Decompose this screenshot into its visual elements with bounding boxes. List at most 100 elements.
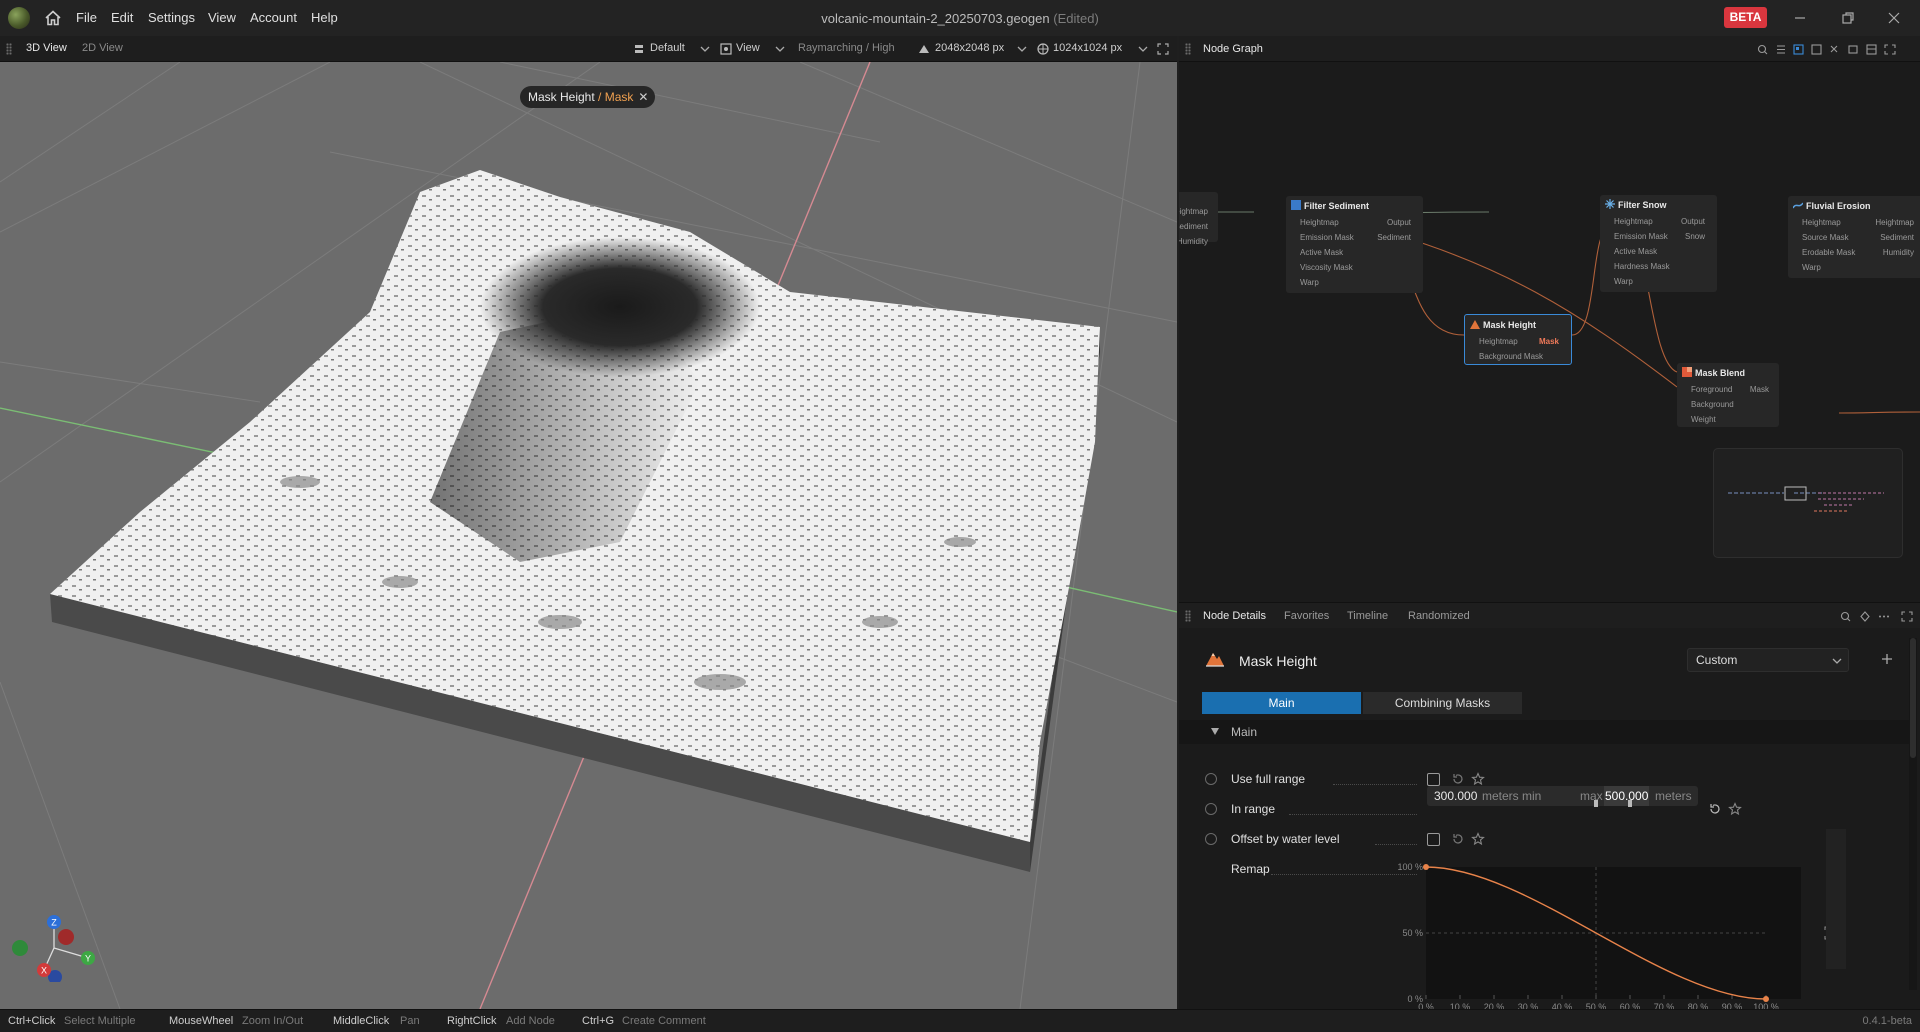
tab-node-details[interactable]: Node Details: [1203, 610, 1266, 622]
node-port-out[interactable]: Output: [1387, 218, 1411, 227]
node-graph-minimap[interactable]: [1713, 448, 1903, 558]
tab-favorites[interactable]: Favorites: [1284, 610, 1329, 622]
node-port-in[interactable]: Warp: [1614, 277, 1633, 286]
node-port-in[interactable]: Heightmap: [1614, 217, 1653, 226]
node-mask-blend[interactable]: Mask Blend Foreground Background Weight …: [1677, 363, 1779, 427]
tab-timeline[interactable]: Timeline: [1347, 610, 1388, 622]
node-port-out[interactable]: Humidity: [1179, 237, 1208, 246]
node-port-in[interactable]: Warp: [1802, 263, 1821, 272]
node-port-out[interactable]: Mask: [1539, 337, 1559, 346]
menu-edit[interactable]: Edit: [111, 10, 133, 25]
reset-icon[interactable]: [1451, 832, 1465, 846]
frame-icon[interactable]: [1866, 44, 1877, 55]
tab-3d-view[interactable]: 3D View: [26, 42, 67, 54]
curve-control-point[interactable]: [1423, 864, 1429, 870]
menu-help[interactable]: Help: [311, 10, 338, 25]
subtab-main[interactable]: Main: [1202, 692, 1361, 714]
menu-account[interactable]: Account: [250, 10, 297, 25]
search-icon[interactable]: [1840, 611, 1851, 622]
curve-control-point[interactable]: [1763, 996, 1769, 1002]
menu-file[interactable]: File: [76, 10, 97, 25]
reset-icon[interactable]: [1708, 802, 1722, 816]
maximize-icon[interactable]: [1157, 43, 1169, 55]
node-port-in[interactable]: Background Mask: [1479, 352, 1543, 361]
close-icon[interactable]: ✕: [638, 86, 648, 108]
chevron-down-icon[interactable]: [1138, 45, 1148, 53]
node-port-in[interactable]: Emission Mask: [1300, 233, 1354, 242]
node-port-out[interactable]: Sediment: [1179, 222, 1208, 231]
maximize-icon[interactable]: [1884, 44, 1896, 55]
preset-select[interactable]: Custom: [1687, 648, 1849, 672]
use-full-range-checkbox[interactable]: [1427, 773, 1440, 786]
star-icon[interactable]: [1728, 802, 1742, 816]
menu-settings[interactable]: Settings: [148, 10, 195, 25]
node-port-in[interactable]: Source Mask: [1802, 233, 1849, 242]
in-range-slider[interactable]: 300.000 meters min max 500.000 meters: [1427, 786, 1698, 808]
more-icon[interactable]: [1879, 615, 1889, 618]
subtab-combining-masks[interactable]: Combining Masks: [1363, 692, 1522, 714]
node-upstream[interactable]: Heightmap Sediment Humidity: [1179, 192, 1218, 246]
layout-icon[interactable]: [1793, 44, 1804, 55]
chevron-down-icon[interactable]: [1017, 45, 1027, 53]
node-port-out[interactable]: Heightmap: [1179, 207, 1208, 216]
node-filter-snow[interactable]: Filter Snow Heightmap Emission Mask Acti…: [1600, 195, 1717, 292]
star-icon[interactable]: [1471, 832, 1485, 846]
range-handles[interactable]: [1594, 800, 1636, 808]
node-port-out[interactable]: Output: [1681, 217, 1705, 226]
star-icon[interactable]: [1471, 772, 1485, 786]
node-port-in[interactable]: Weight: [1691, 415, 1716, 424]
menu-view[interactable]: View: [208, 10, 236, 25]
render-mode-label[interactable]: Raymarching / High: [798, 42, 895, 54]
node-port-out[interactable]: Sediment: [1880, 233, 1914, 242]
remap-curve-editor[interactable]: 100 %50 %0 %0 % 10 % 20 % 30 % 40 % 50 % 60 % 7…: [1381, 862, 1801, 1014]
restore-icon[interactable]: [1838, 8, 1858, 28]
offset-water-checkbox[interactable]: [1427, 833, 1440, 846]
node-port-in[interactable]: Active Mask: [1614, 247, 1657, 256]
node-port-in[interactable]: Foreground: [1691, 385, 1732, 394]
add-icon[interactable]: [1881, 653, 1893, 665]
resolution-select[interactable]: 2048x2048 px: [935, 42, 1004, 54]
node-port-out[interactable]: Mask: [1750, 385, 1769, 394]
diamond-icon[interactable]: [1860, 611, 1870, 622]
maximize-icon[interactable]: [1901, 611, 1913, 622]
chevron-down-icon[interactable]: [775, 45, 785, 53]
node-filter-sediment[interactable]: Filter Sediment Heightmap Emission Mask …: [1286, 196, 1423, 293]
node-port-in[interactable]: Hardness Mask: [1614, 262, 1670, 271]
axis-gizmo[interactable]: Z Y X: [8, 912, 98, 982]
node-port-out[interactable]: Heightmap: [1875, 218, 1914, 227]
node-mask-height[interactable]: Mask Height Heightmap Background Mask Ma…: [1464, 314, 1572, 365]
search-icon[interactable]: [1757, 44, 1768, 55]
panel-grip-icon[interactable]: [6, 43, 12, 55]
tab-2d-view[interactable]: 2D View: [82, 42, 123, 54]
close-window-icon[interactable]: [1884, 8, 1904, 28]
node-port-in[interactable]: Warp: [1300, 278, 1319, 287]
fit-view-icon[interactable]: [1848, 45, 1858, 54]
section-header-main[interactable]: Main: [1179, 720, 1909, 744]
node-port-in[interactable]: Emission Mask: [1614, 232, 1668, 241]
node-port-in[interactable]: Heightmap: [1479, 337, 1518, 346]
compact-icon[interactable]: [1830, 45, 1838, 53]
node-port-out[interactable]: Sediment: [1377, 233, 1411, 242]
tab-randomized[interactable]: Randomized: [1408, 610, 1470, 622]
3d-viewport[interactable]: Mask Height / Mask ✕ Z Y X: [0, 62, 1177, 1009]
node-port-in[interactable]: Erodable Mask: [1802, 248, 1855, 257]
node-port-in[interactable]: Active Mask: [1300, 248, 1343, 257]
minimize-icon[interactable]: [1790, 8, 1810, 28]
range-min-value[interactable]: 300.000: [1434, 786, 1477, 806]
expose-toggle[interactable]: [1205, 803, 1217, 815]
node-port-in[interactable]: Heightmap: [1802, 218, 1841, 227]
expose-toggle[interactable]: [1205, 773, 1217, 785]
node-port-in[interactable]: Heightmap: [1300, 218, 1339, 227]
node-port-in[interactable]: Viscosity Mask: [1300, 263, 1353, 272]
node-graph-canvas[interactable]: Heightmap Sediment Humidity Filter Sedim…: [1179, 62, 1920, 600]
scrollbar-track[interactable]: [1909, 638, 1917, 990]
scrollbar-thumb[interactable]: [1910, 638, 1916, 758]
node-fluvial-erosion[interactable]: Fluvial Erosion Heightmap Source Mask Er…: [1788, 196, 1920, 278]
node-port-out[interactable]: Humidity: [1883, 248, 1914, 257]
reset-icon[interactable]: [1451, 772, 1465, 786]
camera-view-select[interactable]: View: [736, 42, 760, 54]
chevron-down-icon[interactable]: [700, 45, 710, 53]
list-icon[interactable]: [1777, 45, 1785, 54]
panel-grip-icon[interactable]: [1185, 610, 1191, 622]
expose-toggle[interactable]: [1205, 833, 1217, 845]
